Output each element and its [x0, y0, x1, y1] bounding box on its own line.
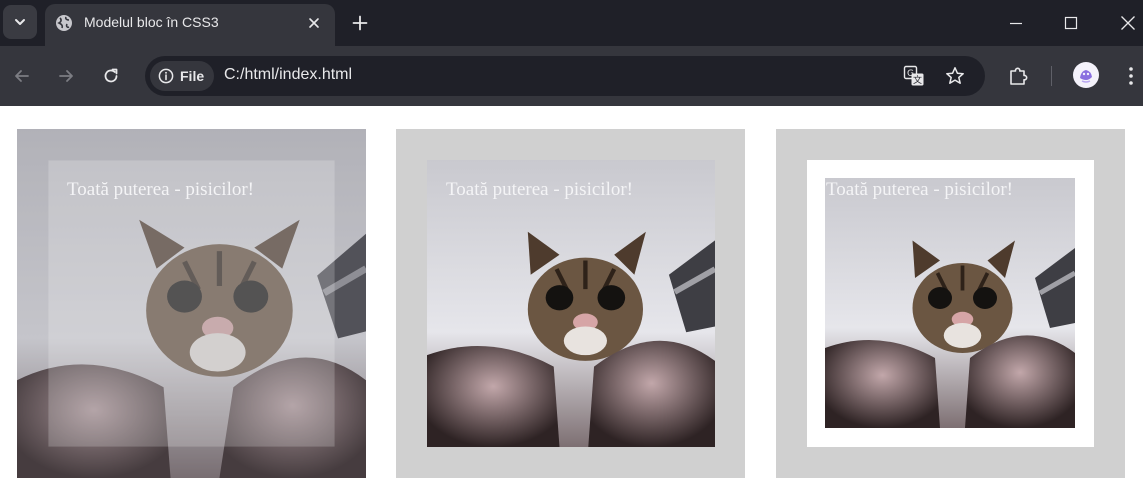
site-info-chip[interactable]: File [150, 61, 214, 91]
new-tab-button[interactable] [348, 11, 372, 35]
card-caption: Toată puterea - pisicilor! [67, 179, 255, 200]
svg-text:文: 文 [913, 74, 922, 86]
chevron-down-icon [15, 19, 25, 25]
translate-icon: G 文 [903, 65, 924, 86]
reload-icon [104, 68, 118, 83]
cat-card-2: Toată puterea - pisicilor! [396, 129, 745, 478]
tab-strip: Modelul bloc în CSS3 [0, 0, 1143, 46]
cat-photo [427, 160, 715, 447]
extensions-button[interactable] [1005, 62, 1033, 90]
cat-card-1: Toată puterea - pisicilor! [17, 129, 366, 478]
site-chip-label: File [180, 68, 205, 84]
card-caption: Toată puterea - pisicilor! [826, 179, 1014, 200]
page-content: Toată puterea - pisicilor! Toată puterea… [0, 106, 1143, 487]
star-icon [946, 67, 964, 84]
browser-menu-button[interactable] [1117, 62, 1143, 90]
cat-photo [825, 178, 1075, 428]
back-button[interactable] [8, 62, 36, 90]
reload-button[interactable] [97, 62, 125, 90]
active-tab[interactable]: Modelul bloc în CSS3 [45, 4, 335, 46]
toolbar-divider [1051, 66, 1052, 86]
translate-button[interactable]: G 文 [903, 65, 925, 87]
minimize-icon [1010, 22, 1022, 25]
profile-avatar-button[interactable] [1073, 62, 1099, 88]
puzzle-icon [1010, 67, 1028, 85]
close-window-button[interactable] [1113, 8, 1143, 38]
bookmark-button[interactable] [944, 65, 966, 87]
globe-icon [56, 15, 72, 31]
profile-avatar-icon [1076, 65, 1096, 85]
close-icon [1121, 16, 1135, 30]
close-icon [309, 18, 319, 28]
info-icon [158, 68, 174, 84]
card-caption: Toată puterea - pisicilor! [446, 179, 634, 200]
arrow-left-icon [15, 70, 29, 82]
tab-title: Modelul bloc în CSS3 [84, 14, 219, 30]
minimize-button[interactable] [1001, 8, 1031, 38]
plus-icon [352, 15, 368, 31]
browser-toolbar: File C:/html/index.html G 文 [0, 46, 1143, 106]
maximize-button[interactable] [1056, 8, 1086, 38]
forward-button[interactable] [52, 62, 80, 90]
address-bar[interactable]: File C:/html/index.html G 文 [145, 56, 985, 96]
maximize-icon [1064, 16, 1078, 30]
arrow-right-icon [59, 70, 73, 82]
tab-search-button[interactable] [3, 5, 37, 39]
kebab-menu-icon [1129, 67, 1133, 85]
cat-card-3: Toată puterea - pisicilor! [776, 129, 1125, 478]
url-text[interactable]: C:/html/index.html [224, 66, 352, 84]
tab-close-button[interactable] [304, 13, 324, 33]
